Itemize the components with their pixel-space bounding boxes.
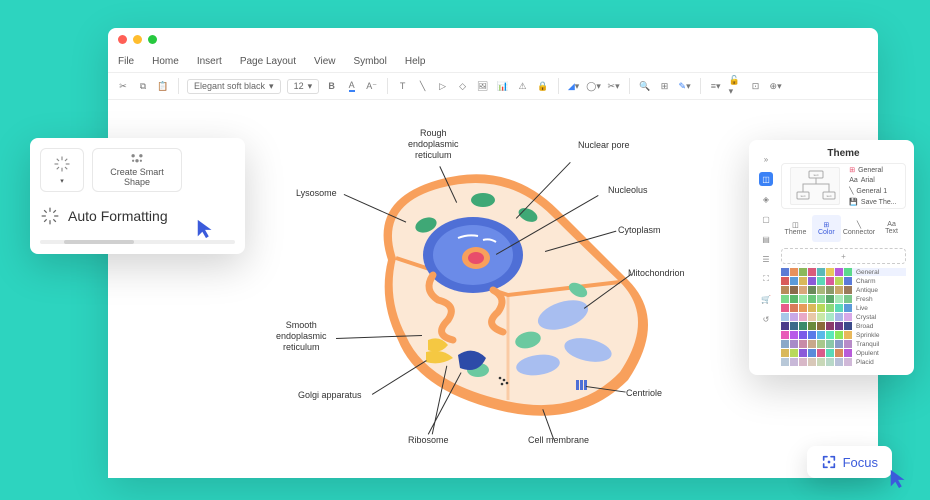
palette-crystal[interactable]: Crystal xyxy=(781,313,906,321)
theme-title: Theme xyxy=(781,148,906,159)
search-icon[interactable]: 🔍 xyxy=(638,79,652,93)
chart-icon[interactable]: 📊 xyxy=(496,79,510,93)
palette-live[interactable]: Live xyxy=(781,304,906,312)
rail-page-icon[interactable]: ▤ xyxy=(759,232,773,246)
palette-placid[interactable]: Placid xyxy=(781,358,906,366)
close-dot[interactable] xyxy=(118,35,127,44)
theme-tab-text[interactable]: AaText xyxy=(877,215,906,242)
menu-view[interactable]: View xyxy=(314,56,336,67)
cursor-icon xyxy=(888,468,910,490)
warn-icon[interactable]: ⚠ xyxy=(516,79,530,93)
crop-icon[interactable]: ✂▾ xyxy=(607,79,621,93)
layer-icon[interactable]: 🔓▾ xyxy=(729,79,743,93)
palette-opulent[interactable]: Opulent xyxy=(781,349,906,357)
label-smooth-er: Smooth endoplasmic reticulum xyxy=(276,320,327,352)
focus-button[interactable]: Focus xyxy=(807,446,892,478)
cut-icon[interactable]: ✂ xyxy=(116,79,130,93)
theme-tab-connector[interactable]: ╲Connector xyxy=(843,215,875,242)
palette-antique[interactable]: Antique xyxy=(781,286,906,294)
toolbar: ✂ ⧉ 📋 Elegant soft black▾ 12▾ B A A⁻ T ╲… xyxy=(108,72,878,100)
lock-icon[interactable]: 🔒 xyxy=(536,79,550,93)
rail-cart-icon[interactable]: 🛒 xyxy=(759,292,773,306)
svg-text:text: text xyxy=(801,194,806,198)
rail-theme-icon[interactable]: ◫ xyxy=(759,172,773,186)
palette-sprinkle[interactable]: Sprinkle xyxy=(781,331,906,339)
image-icon[interactable]: 🖼 xyxy=(476,79,490,93)
palette-list: GeneralCharmAntiqueFreshLiveCrystalBroad… xyxy=(781,268,906,366)
more-icon[interactable]: ⊕▾ xyxy=(769,79,783,93)
copy-icon[interactable]: ⧉ xyxy=(136,79,150,93)
menu-insert[interactable]: Insert xyxy=(197,56,222,67)
menu-file[interactable]: File xyxy=(118,56,134,67)
paste-icon[interactable]: 📋 xyxy=(156,79,170,93)
label-ribosome: Ribosome xyxy=(408,435,449,446)
font-select[interactable]: Elegant soft black▾ xyxy=(187,79,281,94)
pointer-icon[interactable]: ▷ xyxy=(436,79,450,93)
stroke-icon[interactable]: ◯▾ xyxy=(587,79,601,93)
palette-charm[interactable]: Charm xyxy=(781,277,906,285)
label-lysosome: Lysosome xyxy=(296,188,337,199)
cursor-icon xyxy=(195,218,217,240)
label-cytoplasm: Cytoplasm xyxy=(618,225,661,236)
menu-help[interactable]: Help xyxy=(405,56,426,67)
label-golgi: Golgi apparatus xyxy=(298,390,362,401)
rail-layers-icon[interactable]: ◈ xyxy=(759,192,773,206)
text-tool-icon[interactable]: T xyxy=(396,79,410,93)
palette-general[interactable]: General xyxy=(781,268,906,276)
palette-broad[interactable]: Broad xyxy=(781,322,906,330)
font-color-icon[interactable]: A xyxy=(345,79,359,93)
menu-page-layout[interactable]: Page Layout xyxy=(240,56,296,67)
label-centriole: Centriole xyxy=(626,388,662,399)
fill-icon[interactable]: ◢▾ xyxy=(567,79,581,93)
theme-opt-save[interactable]: 💾Save The... xyxy=(849,198,896,206)
label-nucleolus: Nucleolus xyxy=(608,185,648,196)
menu-home[interactable]: Home xyxy=(152,56,179,67)
pen-icon[interactable]: ✎▾ xyxy=(678,79,692,93)
theme-tab-color[interactable]: ⊞Color xyxy=(812,215,841,242)
theme-opt-general[interactable]: ⊞General xyxy=(849,166,896,174)
theme-preview: text text text ⊞General AaArial ╲General 1… xyxy=(781,163,906,209)
svg-text:text: text xyxy=(814,173,819,177)
theme-add-button[interactable]: + xyxy=(781,248,906,264)
label-rough-er: Rough endoplasmic reticulum xyxy=(408,128,459,160)
auto-formatting-slider[interactable] xyxy=(40,240,235,244)
palette-tranquil[interactable]: Tranquil xyxy=(781,340,906,348)
label-nuclear-pore: Nuclear pore xyxy=(578,140,630,151)
titlebar xyxy=(108,28,878,50)
theme-opt-general1[interactable]: ╲General 1 xyxy=(849,187,896,195)
sparkle-dropdown[interactable]: ▾ xyxy=(40,148,84,192)
bold-icon[interactable]: B xyxy=(325,79,339,93)
create-smart-shape-button[interactable]: Create Smart Shape xyxy=(92,148,182,192)
palette-fresh[interactable]: Fresh xyxy=(781,295,906,303)
label-mitochondrion: Mitochondrion xyxy=(628,268,685,279)
rail-history-icon[interactable]: ↺ xyxy=(759,312,773,326)
menu-symbol[interactable]: Symbol xyxy=(354,56,387,67)
rail-expand-icon[interactable]: ⛶ xyxy=(759,272,773,286)
theme-opt-arial[interactable]: AaArial xyxy=(849,177,896,184)
table-icon[interactable]: ⊞ xyxy=(658,79,672,93)
theme-panel: » ◫ ◈ ▢ ▤ ☰ ⛶ 🛒 ↺ Theme text text text ⊞Ge… xyxy=(749,140,914,375)
rail-outline-icon[interactable]: ☰ xyxy=(759,252,773,266)
menubar: File Home Insert Page Layout View Symbol… xyxy=(108,50,878,72)
maximize-dot[interactable] xyxy=(148,35,157,44)
rail-collapse-icon[interactable]: » xyxy=(759,152,773,166)
minimize-dot[interactable] xyxy=(133,35,142,44)
line-tool-icon[interactable]: ╲ xyxy=(416,79,430,93)
rail-box-icon[interactable]: ▢ xyxy=(759,212,773,226)
font-size-select[interactable]: 12▾ xyxy=(287,79,319,94)
label-cell-membrane: Cell membrane xyxy=(528,435,589,446)
svg-text:text: text xyxy=(827,194,832,198)
focus-icon xyxy=(821,454,837,470)
align-icon[interactable]: ≡▾ xyxy=(709,79,723,93)
highlight-icon[interactable]: A⁻ xyxy=(365,79,379,93)
grid-icon[interactable]: ⊡ xyxy=(749,79,763,93)
shape-icon[interactable]: ◇ xyxy=(456,79,470,93)
theme-tab-theme[interactable]: ◫Theme xyxy=(781,215,810,242)
